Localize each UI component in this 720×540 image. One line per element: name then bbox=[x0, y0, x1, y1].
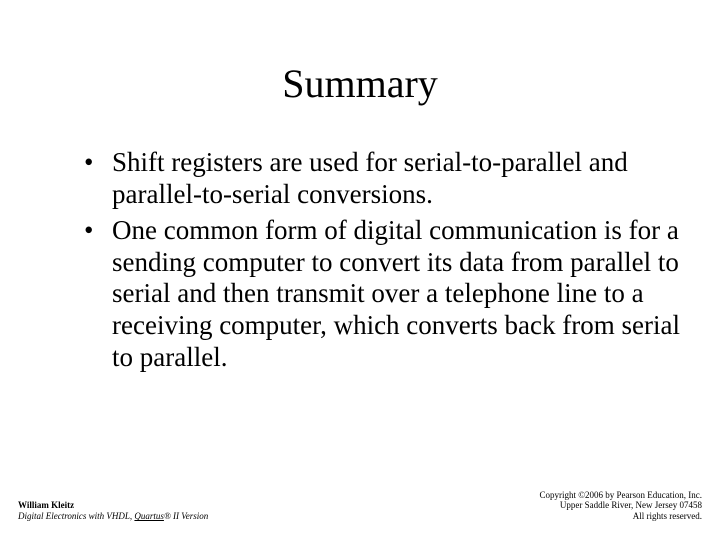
book-suffix: ® II Version bbox=[164, 511, 208, 521]
slide: Summary Shift registers are used for ser… bbox=[0, 0, 720, 540]
book-title: Digital Electronics with VHDL, Quartus® … bbox=[18, 511, 208, 522]
copyright-line: Copyright ©2006 by Pearson Education, In… bbox=[539, 490, 702, 501]
footer: William Kleitz Digital Electronics with … bbox=[18, 490, 702, 522]
book-prefix: Digital Electronics with VHDL, bbox=[18, 511, 134, 521]
bullet-item: One common form of digital communication… bbox=[84, 215, 680, 374]
author-name: William Kleitz bbox=[18, 500, 208, 511]
footer-right: Copyright ©2006 by Pearson Education, In… bbox=[539, 490, 702, 522]
bullet-item: Shift registers are used for serial-to-p… bbox=[84, 147, 680, 211]
footer-left: William Kleitz Digital Electronics with … bbox=[18, 500, 208, 522]
slide-title: Summary bbox=[40, 60, 680, 107]
book-quartus: Quartus bbox=[134, 511, 164, 521]
bullet-list: Shift registers are used for serial-to-p… bbox=[40, 147, 680, 374]
copyright-line: Upper Saddle River, New Jersey 07458 bbox=[539, 500, 702, 511]
copyright-line: All rights reserved. bbox=[539, 511, 702, 522]
